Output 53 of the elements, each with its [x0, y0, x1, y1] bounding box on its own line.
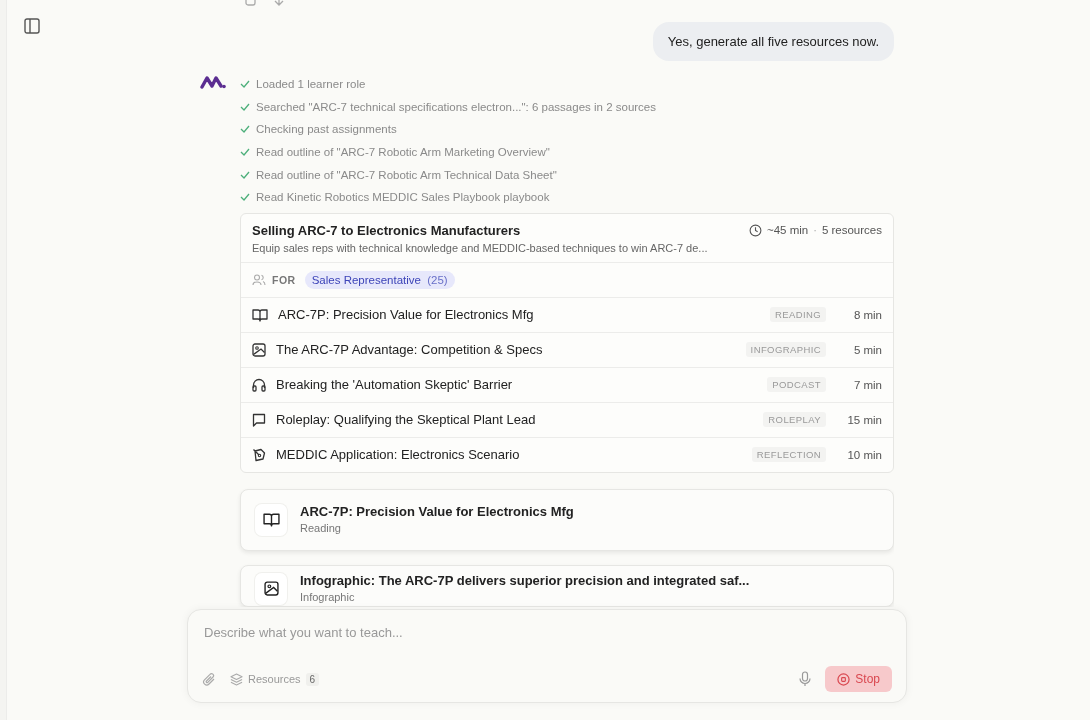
duration-text: ~45 min	[767, 224, 809, 237]
audience-tag: Sales Representative (25)	[304, 270, 455, 289]
resource-title: Breaking the 'Automation Skeptic' Barrier	[276, 377, 514, 393]
resources-button[interactable]: Resources 6	[230, 672, 320, 686]
clock-icon	[749, 223, 762, 237]
resource-card-title: Infographic: The ARC-7P delivers superior precision and integrated saf...	[300, 572, 750, 589]
paperclip-icon[interactable]	[202, 671, 216, 687]
resource-type-tag: REFLECTION	[751, 447, 826, 463]
plan-description: Equip sales reps with technical knowledge and MEDDIC-based techniques to win ARC-7 de...	[252, 241, 709, 254]
resource-type-tag: PODCAST	[767, 377, 826, 393]
image-icon	[252, 342, 266, 357]
resource-type-tag: ROLEPLAY	[763, 412, 826, 428]
resource-card-title: ARC-7P: Precision Value for Electronics Mfg	[300, 504, 574, 521]
image-icon	[263, 581, 279, 597]
plan-title: Selling ARC-7 to Electronics Manufacturers	[252, 222, 522, 238]
resource-card-type: Infographic	[300, 590, 356, 604]
message-input[interactable]: Describe what you want to teach...	[202, 624, 892, 641]
stop-icon	[837, 672, 851, 686]
resource-count: 5 resources	[821, 224, 882, 237]
book-icon	[262, 512, 280, 528]
resource-type-tag: READING	[769, 307, 826, 323]
users-icon	[252, 273, 266, 286]
step-text: Read Kinetic Robotics MEDDIC Sales Playbook playbook	[256, 191, 550, 204]
step-text: Searched "ARC-7 technical specifications electron...": 6 passages in 2 sources	[256, 100, 656, 113]
user-message: Yes, generate all five resources now.	[652, 22, 894, 61]
resource-title: The ARC-7P Advantage: Competition & Specs	[276, 342, 544, 358]
resource-duration: 15 min	[846, 413, 882, 426]
resource-title: MEDDIC Application: Electronics Scenario	[276, 447, 521, 463]
step-text: Loaded 1 learner role	[256, 78, 366, 91]
step-text: Read outline of "ARC-7 Robotic Arm Technical Data Sheet"	[256, 168, 557, 181]
layers-icon	[230, 672, 243, 686]
chat-icon	[252, 412, 266, 427]
resource-card[interactable]: Infographic: The ARC-7P delivers superior precision and integrated saf... Infographic	[240, 564, 894, 607]
resource-type-tag: INFOGRAPHIC	[745, 342, 826, 358]
resource-duration: 5 min	[852, 343, 882, 356]
resource-duration: 10 min	[846, 448, 882, 461]
headphones-icon	[252, 377, 266, 392]
sidebar-toggle-icon[interactable]	[24, 18, 40, 34]
resource-title: ARC-7P: Precision Value for Electronics Mfg	[278, 307, 535, 323]
step-text: Checking past assignments	[256, 123, 397, 136]
resource-duration: 7 min	[852, 378, 882, 391]
copy-icon[interactable]	[244, 0, 258, 8]
resource-card-type: Reading	[300, 522, 342, 536]
resource-duration: 8 min	[852, 308, 882, 321]
book-icon	[252, 307, 268, 322]
for-label: FOR	[272, 273, 296, 286]
pen-icon	[252, 447, 266, 462]
step-text: Read outline of "ARC-7 Robotic Arm Marketing Overview"	[256, 146, 550, 159]
resource-title: Roleplay: Qualifying the Skeptical Plant Lead	[276, 412, 537, 428]
separator-dot: ·	[813, 224, 817, 237]
resource-card[interactable]: ARC-7P: Precision Value for Electronics Mfg Reading	[240, 488, 894, 551]
microphone-icon[interactable]	[799, 671, 812, 687]
logo-icon	[200, 75, 226, 89]
